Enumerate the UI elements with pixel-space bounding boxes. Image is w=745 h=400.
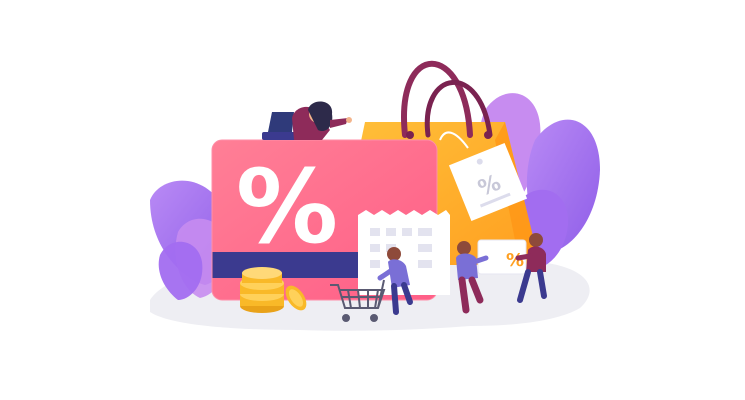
card-percent-label: % [236,148,338,267]
woman-with-laptop [262,101,352,140]
sale-discount-illustration: % % % [150,60,600,331]
laptop-icon [262,132,296,140]
box-percent-label: % [506,250,524,271]
illustration-canvas: % % % [0,0,745,400]
